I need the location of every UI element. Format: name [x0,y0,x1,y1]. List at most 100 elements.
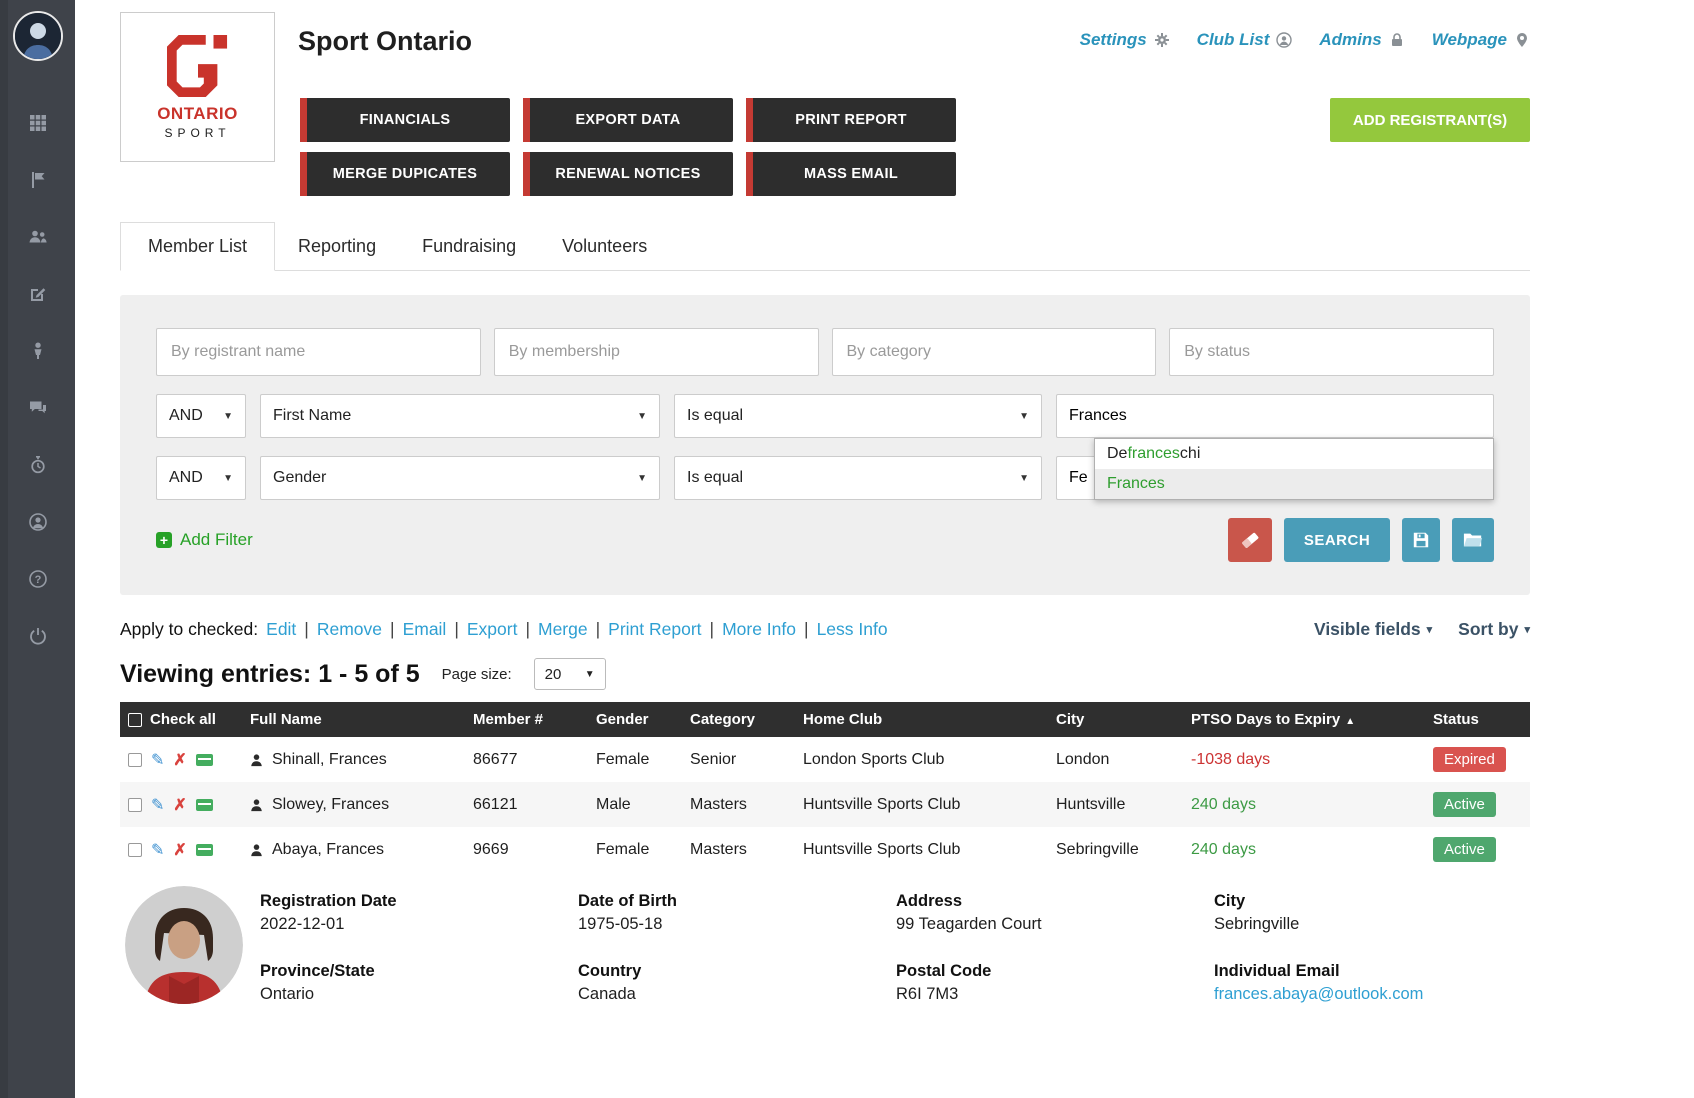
filter-category-input[interactable] [832,328,1157,376]
col-home-club[interactable]: Home Club [795,702,1048,737]
operator-select-2[interactable]: Is equal ▼ [674,456,1042,500]
autocomplete-item[interactable]: Frances [1095,469,1493,499]
edit-row-icon[interactable]: ✎ [151,750,164,770]
logo-text-ontario: ONTARIO [157,104,238,124]
delete-row-icon[interactable]: ✗ [173,795,186,815]
detail-field: Country Canada [578,962,896,1004]
renewal-notices-button[interactable]: RENEWAL NOTICES [523,152,733,196]
user-avatar[interactable] [13,11,63,61]
operator-select-1[interactable]: Is equal ▼ [674,394,1042,438]
logo-text-sport: SPORT [164,126,230,140]
compose-icon[interactable] [28,284,48,304]
col-gender[interactable]: Gender [588,702,682,737]
expiry-days: 240 days [1191,796,1256,813]
add-registrants-button[interactable]: ADD REGISTRANT(S) [1330,98,1530,142]
field-select-2[interactable]: Gender ▼ [260,456,660,500]
edit-row-icon[interactable]: ✎ [151,795,164,815]
edit-link[interactable]: Edit [266,619,296,640]
settings-label: Settings [1080,30,1147,50]
settings-link[interactable]: Settings [1080,30,1170,50]
sort-by-toggle[interactable]: Sort by ▾ [1458,619,1530,640]
filter-value-input-1[interactable] [1056,394,1494,438]
filter-membership-input[interactable] [494,328,819,376]
merge-duplicates-button[interactable]: MERGE DUPICATES [300,152,510,196]
table-header: Check all Full Name Member # Gender Cate… [120,702,1530,737]
col-ptso-expiry[interactable]: PTSO Days to Expiry▲ [1183,702,1425,737]
tab-reporting[interactable]: Reporting [275,223,399,270]
financials-button[interactable]: FINANCIALS [300,98,510,142]
save-search-button[interactable] [1402,518,1440,562]
col-member-no[interactable]: Member # [465,702,588,737]
field-value: R6I 7M3 [896,985,1214,1004]
chat-icon[interactable] [28,398,48,418]
more-info-link[interactable]: More Info [722,619,796,640]
filter-panel: AND ▼ First Name ▼ Is equal ▼ AND ▼ [120,295,1530,595]
less-info-link[interactable]: Less Info [817,619,888,640]
table-row: ✎ ✗ Shinall, Frances 86677 Female Senior… [120,737,1530,782]
check-all-checkbox[interactable] [128,713,142,727]
autocomplete-dropdown: Defranceschi Frances [1094,438,1494,500]
field-value: 1975-05-18 [578,915,896,934]
edit-row-icon[interactable]: ✎ [151,840,164,860]
delete-row-icon[interactable]: ✗ [173,840,186,860]
tab-member-list[interactable]: Member List [120,222,275,271]
table-row: ✎ ✗ Slowey, Frances 66121 Male Masters H… [120,782,1530,827]
main-content: ONTARIO SPORT Sport Ontario Settings [75,0,1694,1098]
row-checkbox[interactable] [128,753,142,767]
tab-fundraising[interactable]: Fundraising [399,223,539,270]
group-icon[interactable] [28,227,48,247]
search-button[interactable]: SEARCH [1284,518,1390,562]
save-icon [1412,531,1430,549]
membership-card-icon[interactable] [196,844,213,856]
logic-select-1[interactable]: AND ▼ [156,394,246,438]
caret-down-icon: ▾ [1524,623,1530,636]
print-report-button[interactable]: PRINT REPORT [746,98,956,142]
apps-grid-icon[interactable] [28,113,48,133]
help-icon[interactable]: ? [28,569,48,589]
member-photo-image [125,886,243,1004]
merge-link[interactable]: Merge [538,619,588,640]
col-category[interactable]: Category [682,702,795,737]
visible-fields-toggle[interactable]: Visible fields ▾ [1314,619,1432,640]
member-gender: Female [588,827,682,872]
delete-row-icon[interactable]: ✗ [173,750,186,770]
row-checkbox[interactable] [128,843,142,857]
tab-volunteers[interactable]: Volunteers [539,223,670,270]
email-link[interactable]: Email [403,619,447,640]
open-saved-button[interactable] [1452,518,1494,562]
field-select-1[interactable]: First Name ▼ [260,394,660,438]
person-icon[interactable] [28,341,48,361]
autocomplete-item[interactable]: Defranceschi [1095,439,1493,469]
col-city[interactable]: City [1048,702,1183,737]
logic-select-2[interactable]: AND ▼ [156,456,246,500]
member-email-link[interactable]: frances.abaya@outlook.com [1214,985,1423,1004]
clear-filters-button[interactable] [1228,518,1272,562]
page-size-select[interactable]: 20 ▼ [534,658,606,690]
col-status[interactable]: Status [1425,702,1530,737]
admins-link[interactable]: Admins [1319,30,1404,50]
webpage-link[interactable]: Webpage [1432,30,1530,50]
export-data-button[interactable]: EXPORT DATA [523,98,733,142]
membership-card-icon[interactable] [196,754,213,766]
timer-icon[interactable] [28,455,48,475]
member-gender: Female [588,737,682,782]
col-full-name[interactable]: Full Name [242,702,465,737]
print-report-link[interactable]: Print Report [608,619,701,640]
member-home-club: London Sports Club [795,737,1048,782]
filter-registrant-name-input[interactable] [156,328,481,376]
add-filter-button[interactable]: + Add Filter [156,530,253,550]
remove-link[interactable]: Remove [317,619,382,640]
caret-down-icon: ▼ [223,411,233,422]
flag-icon[interactable] [28,170,48,190]
club-list-link[interactable]: Club List [1197,30,1293,50]
account-icon[interactable] [28,512,48,532]
row-checkbox[interactable] [128,798,142,812]
export-link[interactable]: Export [467,619,518,640]
mass-email-button[interactable]: MASS EMAIL [746,152,956,196]
ac-pre: De [1107,445,1127,462]
ptso-header-label: PTSO Days to Expiry [1191,711,1340,728]
power-icon[interactable] [28,626,48,646]
detail-field: Registration Date 2022-12-01 [260,892,578,934]
filter-status-input[interactable] [1169,328,1494,376]
membership-card-icon[interactable] [196,799,213,811]
